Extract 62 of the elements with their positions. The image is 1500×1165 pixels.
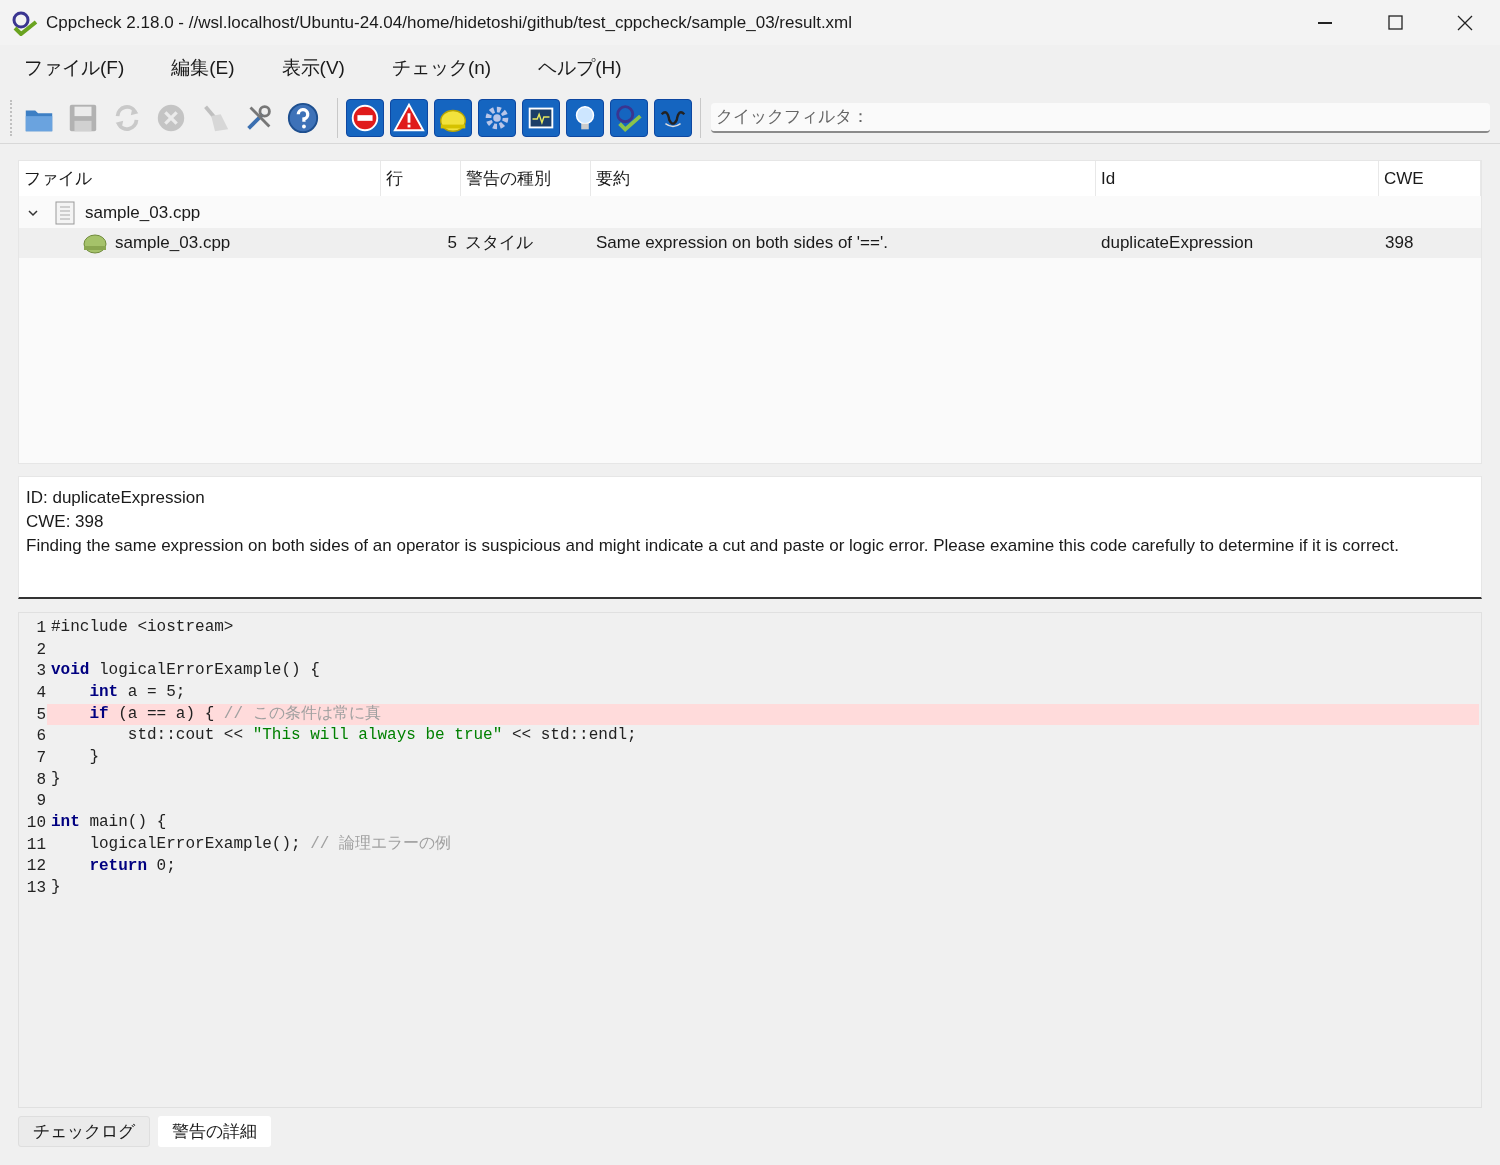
column-header[interactable]: ファイル [19,161,381,196]
column-header[interactable]: 警告の種別 [461,161,591,196]
bottom-tab[interactable]: チェックログ [18,1116,150,1147]
column-header[interactable]: CWE [1379,161,1481,196]
app-logo-icon [12,9,38,36]
table-cell-text: Same expression on both sides of '=='. [595,232,889,255]
light-bulb-toggle[interactable] [566,98,604,137]
monitor-pulse-toggle[interactable] [522,98,560,137]
line-number: 1 [35,617,47,639]
code-line: logicalErrorExample(); // 論理エラーの例 [88,833,453,855]
detail-text: ID: duplicateExpression [26,487,206,509]
menu-item[interactable]: ヘルプ(H) [528,48,632,89]
menu-item[interactable]: チェック(n) [381,48,502,89]
line-number: 12 [25,856,47,878]
window-title: Cppcheck 2.18.0 - //wsl.localhost/Ubuntu-24.04/home/hidetoshi/github/test_cppcheck/sample_03/result.xml [46,11,853,34]
line-number: 8 [35,769,47,791]
table-cell-text: duplicateExpression [1100,232,1255,255]
hard-hat-toggle[interactable] [434,98,472,137]
menu-item[interactable]: ファイル(F) [14,48,135,89]
code-line: } [88,747,100,769]
help-icon [286,100,320,135]
line-number: 7 [35,747,47,769]
column-header[interactable]: 行 [381,161,461,196]
line-number: 10 [25,813,47,835]
line-number: 5 [35,704,47,726]
bottom-tab[interactable]: 警告の詳細 [158,1116,271,1147]
code-line: } [50,768,62,790]
warning-triangle-toggle[interactable] [390,98,428,137]
menu-item[interactable]: 表示(V) [271,48,355,89]
gear-toggle[interactable] [478,98,516,137]
cpp-check-toggle[interactable] [610,98,648,137]
detail-text: CWE: 398 [26,511,105,533]
line-number: 6 [35,726,47,748]
file-name[interactable]: sample_03.cpp [85,200,201,226]
line-number: 11 [25,834,47,856]
code-line: int main() { [50,812,168,834]
code-line: } [50,877,62,899]
detail-text: Finding the same expression on both sides of an operator is suspicious and might indicate a cut and paste or logic error. Please examine this code carefully to determine if it is correct. [26,535,1400,557]
code-line: std::cout << "This will always be true" << std::endl; [126,725,638,747]
code-line: #include <iostream> [50,617,235,638]
table-cell-text: 398 [1384,232,1415,255]
document-icon [55,201,75,225]
quick-filter-field[interactable]: クイックフィルタ： [711,102,1490,133]
line-number: 9 [35,791,47,813]
code-line: void logicalErrorExample() { [50,660,321,682]
code-line: int a = 5; [88,682,187,704]
column-header[interactable]: 要約 [591,161,1096,196]
line-number: 13 [25,878,47,900]
table-cell-text: sample_03.cpp [115,232,231,255]
table-cell-text: 5 [446,232,458,255]
code-line: return 0; [88,855,177,877]
maximize-icon [1385,12,1405,33]
line-number: 4 [35,682,47,704]
table-cell-text: スタイル [464,232,534,255]
line-number: 3 [35,661,47,683]
menu-item[interactable]: 編集(E) [161,48,245,89]
line-number: 2 [35,639,47,661]
result-row[interactable]: sample_03.cpp 5 スタイル Same expression on both sides of '=='. duplicateExpression 398 [19,228,1481,258]
style-helmet-icon [83,232,107,254]
minimize-icon [1318,21,1332,24]
no-entry-toggle[interactable] [346,98,384,137]
column-header[interactable]: Id [1096,161,1379,196]
